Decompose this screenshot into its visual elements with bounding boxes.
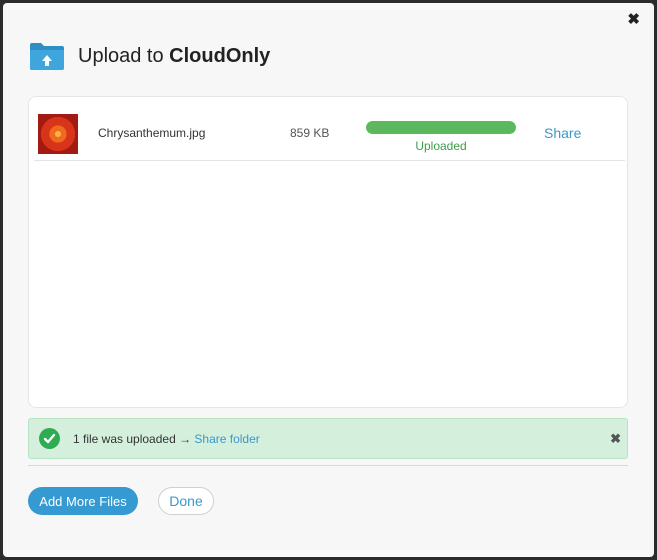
folder-upload-icon bbox=[30, 43, 64, 70]
title-service: CloudOnly bbox=[169, 44, 271, 67]
file-thumbnail bbox=[38, 114, 78, 154]
notice-message: 1 file was uploaded → Share folder bbox=[73, 432, 260, 446]
title-prefix: Upload to bbox=[78, 44, 170, 67]
dialog-header: Upload to CloudOnly bbox=[29, 41, 270, 71]
done-button[interactable]: Done bbox=[158, 487, 214, 515]
share-folder-link[interactable]: Share folder bbox=[194, 432, 259, 446]
close-icon[interactable]: ✖ bbox=[627, 12, 640, 27]
upload-success-notice: 1 file was uploaded → Share folder ✖ bbox=[28, 418, 628, 459]
add-more-files-button[interactable]: Add More Files bbox=[28, 487, 138, 515]
upload-status: Uploaded bbox=[415, 139, 467, 153]
share-link[interactable]: Share bbox=[544, 125, 581, 141]
upload-progress-bar bbox=[366, 121, 516, 134]
file-row: Chrysanthemum.jpg 859 KB Uploaded Share bbox=[34, 106, 625, 161]
upload-progress-fill bbox=[366, 121, 516, 134]
upload-dialog: ✖ Upload to CloudOnly Chrysanthemum.jpg … bbox=[3, 3, 654, 557]
dialog-title: Upload to CloudOnly bbox=[78, 45, 270, 68]
notice-text: 1 file was uploaded → bbox=[73, 432, 195, 446]
check-circle-icon bbox=[39, 428, 60, 449]
close-notice-icon[interactable]: ✖ bbox=[610, 431, 621, 447]
file-name: Chrysanthemum.jpg bbox=[98, 126, 206, 140]
divider bbox=[28, 465, 628, 466]
file-list: Chrysanthemum.jpg 859 KB Uploaded Share bbox=[28, 96, 628, 408]
file-size: 859 KB bbox=[290, 126, 330, 140]
